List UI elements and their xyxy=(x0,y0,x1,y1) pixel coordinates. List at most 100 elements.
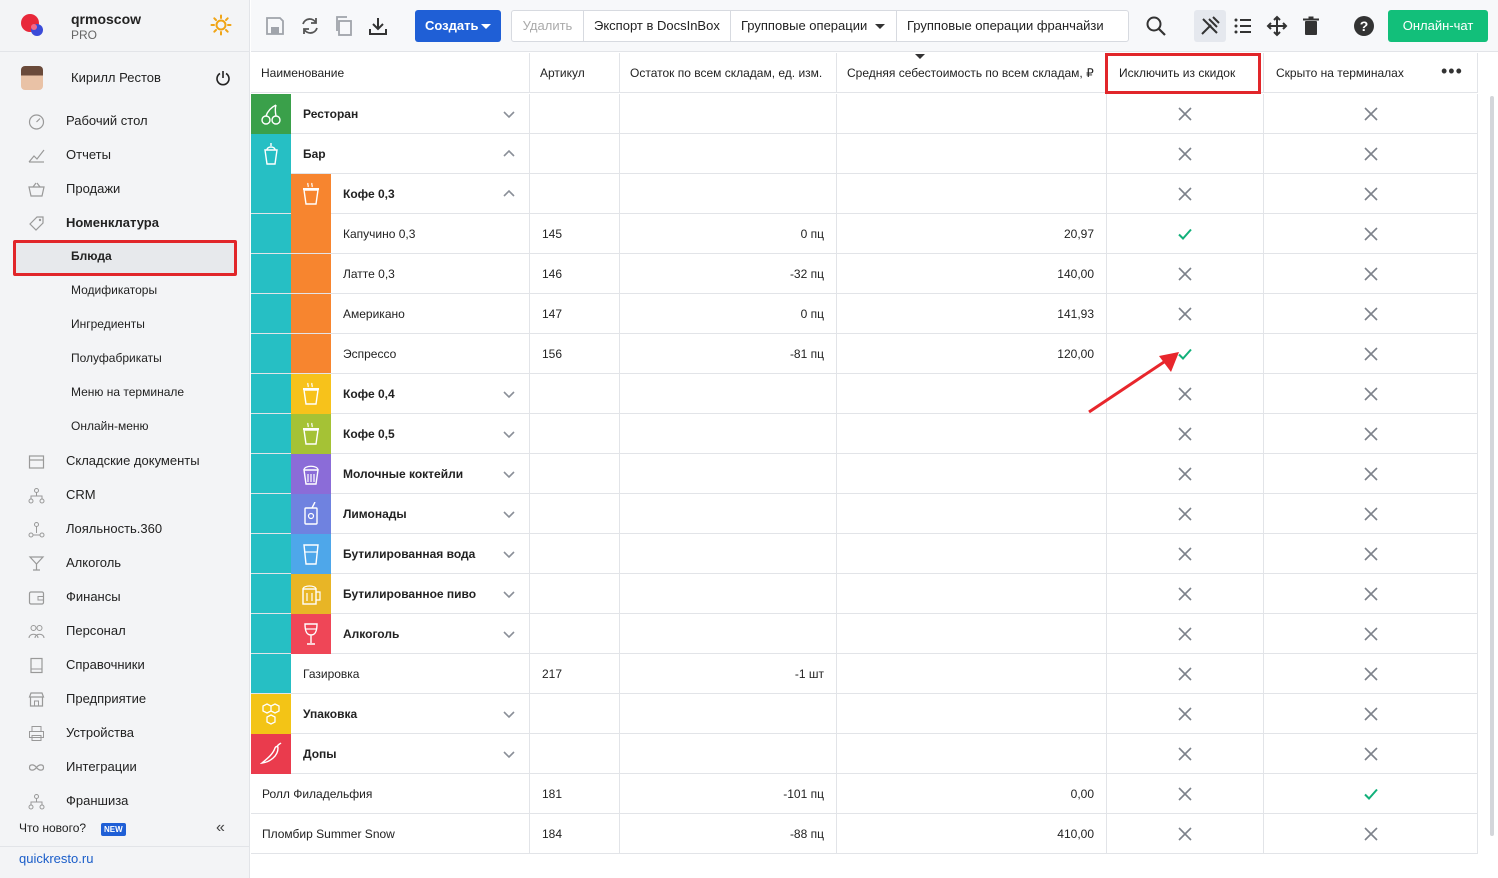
hidden-cell[interactable] xyxy=(1264,94,1478,134)
table-row[interactable]: Ролл Филадельфия 181 -101 пц 0,00 xyxy=(251,774,1478,814)
move-icon[interactable] xyxy=(1266,15,1288,37)
nav-item-desk[interactable]: Рабочий стол xyxy=(0,106,250,136)
exclude-cell[interactable] xyxy=(1107,174,1264,214)
cross-icon[interactable] xyxy=(1177,666,1193,682)
group-ops-franchise-dropdown[interactable]: Групповые операции франчайзи xyxy=(897,11,1128,60)
col-header-cost[interactable]: Средняя себестоимость по всем складам, ₽ xyxy=(837,53,1107,93)
hidden-cell[interactable] xyxy=(1264,694,1478,734)
name-cell[interactable]: Кофе 0,4 xyxy=(331,374,530,414)
cross-icon[interactable] xyxy=(1363,426,1379,442)
table-row[interactable]: Газировка 217 -1 шт xyxy=(251,654,1478,694)
group-row[interactable]: Упаковка xyxy=(251,694,1478,734)
cross-icon[interactable] xyxy=(1177,586,1193,602)
nav-item-nomenclature[interactable]: Номенклатура xyxy=(0,208,250,238)
table-row[interactable]: Капучино 0,3 145 0 пц 20,97 xyxy=(251,214,1478,254)
more-columns-icon[interactable]: ••• xyxy=(1441,62,1463,80)
avatar[interactable] xyxy=(21,66,43,90)
site-link[interactable]: quickresto.ru xyxy=(19,851,93,866)
copy-icon[interactable] xyxy=(333,15,355,37)
name-cell[interactable]: Молочные коктейли xyxy=(331,454,530,494)
group-row[interactable]: Кофе 0,4 xyxy=(251,374,1478,414)
tools-icon[interactable] xyxy=(1199,15,1221,37)
group-row[interactable]: Бутилированное пиво xyxy=(251,574,1478,614)
cross-icon[interactable] xyxy=(1177,106,1193,122)
chevron-down-icon[interactable] xyxy=(503,588,515,600)
group-row[interactable]: Ресторан xyxy=(251,94,1478,134)
hidden-cell[interactable] xyxy=(1264,534,1478,574)
cross-icon[interactable] xyxy=(1363,266,1379,282)
hidden-cell[interactable] xyxy=(1264,454,1478,494)
exclude-cell[interactable] xyxy=(1107,414,1264,454)
name-cell[interactable]: Бутилированное пиво xyxy=(331,574,530,614)
hidden-cell[interactable] xyxy=(1264,294,1478,334)
hidden-cell[interactable] xyxy=(1264,614,1478,654)
cross-icon[interactable] xyxy=(1177,186,1193,202)
col-header-name[interactable]: Наименование xyxy=(251,53,530,93)
exclude-cell[interactable] xyxy=(1107,694,1264,734)
hidden-cell[interactable] xyxy=(1264,254,1478,294)
cross-icon[interactable] xyxy=(1177,746,1193,762)
cross-icon[interactable] xyxy=(1363,706,1379,722)
name-cell[interactable]: Кофе 0,3 xyxy=(331,174,530,214)
cross-icon[interactable] xyxy=(1363,586,1379,602)
hidden-cell[interactable] xyxy=(1264,734,1478,774)
cross-icon[interactable] xyxy=(1363,346,1379,362)
nav-sub-semis[interactable]: Полуфабрикаты xyxy=(0,344,250,374)
create-button[interactable]: Создать xyxy=(415,10,501,42)
name-cell[interactable]: Бар xyxy=(291,134,530,174)
download-icon[interactable] xyxy=(367,15,389,37)
cross-icon[interactable] xyxy=(1363,106,1379,122)
name-cell[interactable]: Ролл Филадельфия xyxy=(251,774,530,814)
nav-sub-modifiers[interactable]: Модификаторы xyxy=(0,276,250,306)
hidden-cell[interactable] xyxy=(1264,374,1478,414)
cross-icon[interactable] xyxy=(1363,826,1379,842)
exclude-cell[interactable] xyxy=(1107,134,1264,174)
list-icon[interactable] xyxy=(1232,15,1254,37)
hidden-cell[interactable] xyxy=(1264,214,1478,254)
cross-icon[interactable] xyxy=(1363,226,1379,242)
hidden-cell[interactable] xyxy=(1264,494,1478,534)
exclude-cell[interactable] xyxy=(1107,94,1264,134)
group-row[interactable]: Бар xyxy=(251,134,1478,174)
cross-icon[interactable] xyxy=(1177,546,1193,562)
exclude-cell[interactable] xyxy=(1107,494,1264,534)
group-ops-dropdown[interactable]: Групповые операции xyxy=(731,11,897,41)
nav-sub-online-menu[interactable]: Онлайн-меню xyxy=(0,412,250,442)
chevron-down-icon[interactable] xyxy=(503,508,515,520)
chevron-up-icon[interactable] xyxy=(503,148,515,160)
col-header-article[interactable]: Артикул xyxy=(530,53,620,93)
hidden-cell[interactable] xyxy=(1264,574,1478,614)
scrollbar[interactable] xyxy=(1490,96,1494,836)
cross-icon[interactable] xyxy=(1363,466,1379,482)
exclude-cell[interactable] xyxy=(1107,454,1264,494)
check-icon[interactable] xyxy=(1177,226,1193,242)
cross-icon[interactable] xyxy=(1177,626,1193,642)
exclude-cell[interactable] xyxy=(1107,254,1264,294)
check-icon[interactable] xyxy=(1363,786,1379,802)
chevron-down-icon[interactable] xyxy=(503,468,515,480)
table-row[interactable]: Эспрессо 156 -81 пц 120,00 xyxy=(251,334,1478,374)
cross-icon[interactable] xyxy=(1177,466,1193,482)
name-cell[interactable]: Ресторан xyxy=(291,94,530,134)
exclude-cell[interactable] xyxy=(1107,814,1264,854)
name-cell[interactable]: Допы xyxy=(291,734,530,774)
group-row[interactable]: Молочные коктейли xyxy=(251,454,1478,494)
nav-item-integrations[interactable]: Интеграции xyxy=(0,752,250,782)
save-icon[interactable] xyxy=(264,15,286,37)
power-icon[interactable] xyxy=(215,70,231,86)
table-row[interactable]: Латте 0,3 146 -32 пц 140,00 xyxy=(251,254,1478,294)
group-row[interactable]: Алкоголь xyxy=(251,614,1478,654)
group-row[interactable]: Допы xyxy=(251,734,1478,774)
hidden-cell[interactable] xyxy=(1264,174,1478,214)
nav-sub-terminal-menu[interactable]: Меню на терминале xyxy=(0,378,250,408)
chevron-down-icon[interactable] xyxy=(503,108,515,120)
exclude-cell[interactable] xyxy=(1107,734,1264,774)
theme-sun-icon[interactable] xyxy=(210,14,232,36)
cross-icon[interactable] xyxy=(1363,666,1379,682)
cross-icon[interactable] xyxy=(1363,746,1379,762)
cross-icon[interactable] xyxy=(1363,626,1379,642)
name-cell[interactable]: Кофе 0,5 xyxy=(331,414,530,454)
cross-icon[interactable] xyxy=(1177,706,1193,722)
hidden-cell[interactable] xyxy=(1264,134,1478,174)
name-cell[interactable]: Упаковка xyxy=(291,694,530,734)
